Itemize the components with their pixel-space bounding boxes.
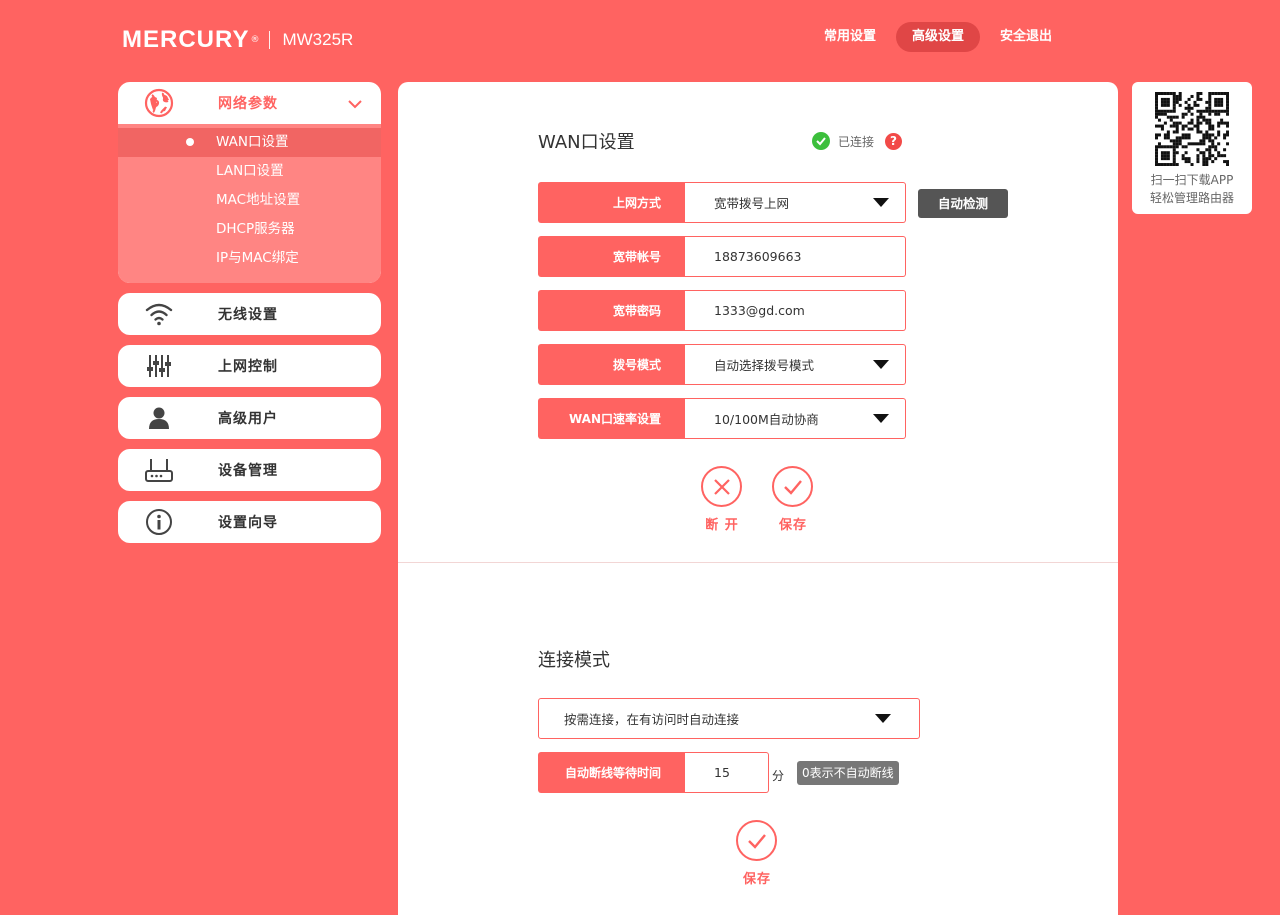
idle-time-label: 自动断线等待时间 xyxy=(538,752,685,793)
connect-mode-select[interactable]: 按需连接，在有访问时自动连接 xyxy=(538,698,920,739)
disconnect-label[interactable]: 断 开 xyxy=(692,514,752,533)
sliders-icon xyxy=(142,351,176,381)
dropdown-arrow-icon xyxy=(875,714,891,723)
router-icon xyxy=(142,455,176,485)
menu-group-advanced-user: 高级用户 xyxy=(118,397,381,439)
idle-time-row: 自动断线等待时间 15 xyxy=(538,752,769,793)
account-row: 宽带帐号 18873609663 xyxy=(538,236,906,277)
conn-type-value: 宽带拨号上网 xyxy=(714,196,790,211)
speed-row: WAN口速率设置 10/100M自动协商 xyxy=(538,398,906,439)
disconnect-button[interactable] xyxy=(701,466,742,507)
connect-mode-save-button[interactable] xyxy=(736,820,777,861)
connection-status: 已连接 xyxy=(812,132,874,150)
connect-mode-value: 按需连接，在有访问时自动连接 xyxy=(564,712,740,727)
check-icon xyxy=(747,833,766,849)
brand-logo: MERCURY ® MW325R xyxy=(122,26,353,54)
sidebar-item-label: 无线设置 xyxy=(218,307,278,323)
speed-label: WAN口速率设置 xyxy=(538,398,685,439)
account-input[interactable]: 18873609663 xyxy=(685,236,906,277)
password-row: 宽带密码 1333@gd.com xyxy=(538,290,906,331)
conn-type-row: 上网方式 宽带拨号上网 xyxy=(538,182,906,223)
speed-value: 10/100M自动协商 xyxy=(714,412,819,427)
sidebar-item-setup-wizard[interactable]: 设置向导 xyxy=(118,501,381,543)
password-input[interactable]: 1333@gd.com xyxy=(685,290,906,331)
dropdown-arrow-icon xyxy=(873,198,889,207)
tab-advanced-settings[interactable]: 高级设置 xyxy=(896,22,981,52)
qr-code xyxy=(1155,92,1230,167)
menu-group-access-control: 上网控制 xyxy=(118,345,381,387)
dial-mode-label: 拨号模式 xyxy=(538,344,685,385)
sidebar-item-network[interactable]: 网络参数 xyxy=(118,82,381,124)
menu-group-device-management: 设备管理 xyxy=(118,449,381,491)
idle-time-input[interactable]: 15 xyxy=(685,752,769,793)
chevron-up-icon xyxy=(347,95,363,114)
qr-caption: 扫一扫下载APP 轻松管理路由器 xyxy=(1132,171,1252,207)
sidebar-subitem-label: IP与MAC绑定 xyxy=(216,250,299,266)
sidebar-item-lan[interactable]: LAN口设置 xyxy=(118,157,381,186)
sidebar: 网络参数 WAN口设置 LAN口设置 MAC地址设置 DHCP服务器 IP与MA… xyxy=(118,82,381,553)
conn-type-select[interactable]: 宽带拨号上网 xyxy=(685,182,906,223)
qr-caption-line2: 轻松管理路由器 xyxy=(1149,191,1234,205)
section-divider xyxy=(398,562,1118,563)
sidebar-item-access-control[interactable]: 上网控制 xyxy=(118,345,381,387)
sidebar-item-dhcp[interactable]: DHCP服务器 xyxy=(118,215,381,244)
dial-mode-row: 拨号模式 自动选择拨号模式 xyxy=(538,344,906,385)
sidebar-item-label: 设备管理 xyxy=(218,463,278,479)
sidebar-item-label: 设置向导 xyxy=(218,515,278,531)
network-submenu: WAN口设置 LAN口设置 MAC地址设置 DHCP服务器 IP与MAC绑定 xyxy=(118,124,381,283)
sidebar-item-wan[interactable]: WAN口设置 xyxy=(118,128,381,157)
wan-save-label[interactable]: 保存 xyxy=(763,514,823,533)
globe-icon xyxy=(142,88,176,118)
active-dot-icon xyxy=(186,138,194,146)
top-navigation: 常用设置 高级设置 安全退出 xyxy=(808,22,1072,52)
dropdown-arrow-icon xyxy=(873,360,889,369)
sidebar-item-advanced-user[interactable]: 高级用户 xyxy=(118,397,381,439)
status-text: 已连接 xyxy=(838,134,875,149)
idle-time-unit: 分 xyxy=(772,769,785,783)
menu-group-network: 网络参数 WAN口设置 LAN口设置 MAC地址设置 DHCP服务器 IP与MA… xyxy=(118,82,381,283)
idle-time-tip: 0表示不自动断线 xyxy=(797,761,899,785)
sidebar-item-label: 上网控制 xyxy=(218,359,278,375)
sidebar-subitem-label: LAN口设置 xyxy=(216,163,284,179)
menu-group-wireless: 无线设置 xyxy=(118,293,381,335)
logo-divider xyxy=(269,31,271,49)
wifi-icon xyxy=(142,299,176,329)
dial-mode-select[interactable]: 自动选择拨号模式 xyxy=(685,344,906,385)
main-panel: WAN口设置 已连接 ? 上网方式 宽带拨号上网 自动检测 宽带帐号 18873… xyxy=(398,82,1118,915)
close-icon xyxy=(713,478,730,495)
menu-group-setup-wizard: 设置向导 xyxy=(118,501,381,543)
sidebar-item-label: 网络参数 xyxy=(218,96,278,112)
speed-select[interactable]: 10/100M自动协商 xyxy=(685,398,906,439)
brand-name: MERCURY xyxy=(122,26,250,53)
connect-mode-save-label[interactable]: 保存 xyxy=(727,868,787,887)
dial-mode-value: 自动选择拨号模式 xyxy=(714,358,815,373)
user-icon xyxy=(142,403,176,433)
qr-caption-line1: 扫一扫下载APP xyxy=(1150,173,1234,187)
wan-save-button[interactable] xyxy=(772,466,813,507)
qr-panel: 扫一扫下载APP 轻松管理路由器 xyxy=(1132,82,1252,214)
sidebar-item-device-management[interactable]: 设备管理 xyxy=(118,449,381,491)
wan-section-title: WAN口设置 xyxy=(538,132,635,153)
tab-common-settings[interactable]: 常用设置 xyxy=(808,22,892,52)
check-circle-icon xyxy=(812,132,830,150)
router-model: MW325R xyxy=(282,30,354,49)
sidebar-item-wireless[interactable]: 无线设置 xyxy=(118,293,381,335)
sidebar-subitem-label: WAN口设置 xyxy=(216,134,289,150)
sidebar-item-ip-mac-binding[interactable]: IP与MAC绑定 xyxy=(118,244,381,273)
dropdown-arrow-icon xyxy=(873,414,889,423)
sidebar-item-label: 高级用户 xyxy=(218,411,278,427)
registered-mark: ® xyxy=(250,35,260,45)
auto-detect-button[interactable]: 自动检测 xyxy=(918,189,1008,218)
check-icon xyxy=(783,479,802,495)
sidebar-subitem-label: DHCP服务器 xyxy=(216,221,295,237)
password-label: 宽带密码 xyxy=(538,290,685,331)
info-icon xyxy=(142,507,176,537)
tab-logout[interactable]: 安全退出 xyxy=(984,22,1068,52)
sidebar-item-mac[interactable]: MAC地址设置 xyxy=(118,186,381,215)
connect-mode-title: 连接模式 xyxy=(538,650,610,671)
help-icon[interactable]: ? xyxy=(885,133,902,150)
account-label: 宽带帐号 xyxy=(538,236,685,277)
sidebar-subitem-label: MAC地址设置 xyxy=(216,192,301,208)
conn-type-label: 上网方式 xyxy=(538,182,685,223)
